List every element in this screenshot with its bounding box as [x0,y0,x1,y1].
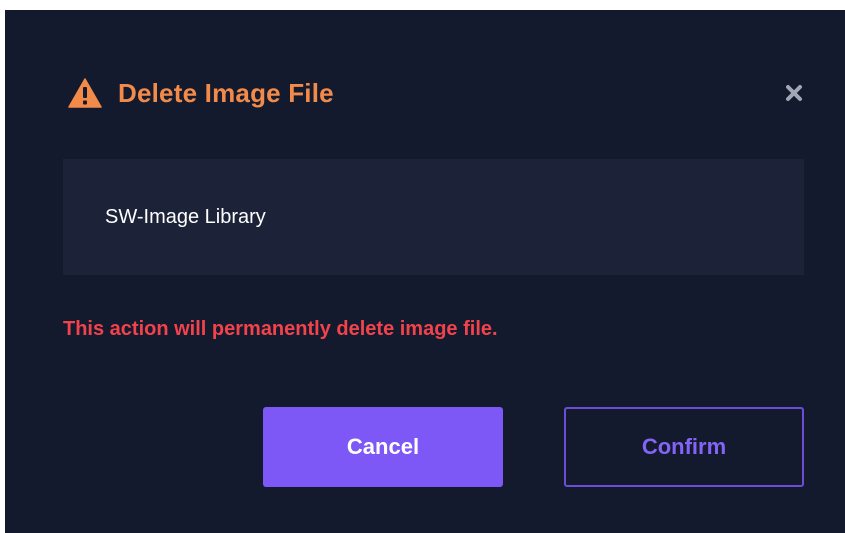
cancel-button[interactable]: Cancel [263,407,503,487]
dialog-title: Delete Image File [118,77,334,108]
warning-message: This action will permanently delete imag… [63,318,498,340]
item-panel: SW-Image Library [63,159,804,275]
confirm-button[interactable]: Confirm [564,407,804,487]
warning-triangle-icon [68,78,102,108]
item-name: SW-Image Library [105,205,266,228]
dialog-header: Delete Image File [68,68,805,118]
close-icon[interactable] [783,82,805,104]
delete-dialog: Delete Image File SW-Image Library This … [5,10,845,533]
